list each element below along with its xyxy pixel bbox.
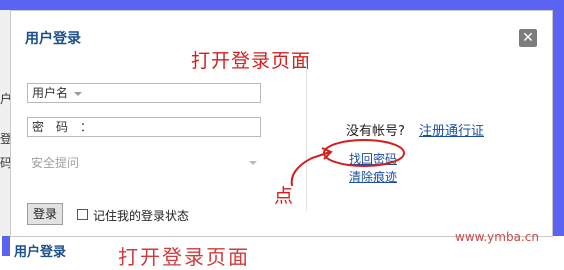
watermark: www.ymba.cn: [455, 230, 539, 244]
annotation-circle: [323, 139, 405, 167]
annotation-marks: [290, 139, 405, 187]
annotation-arrow: [290, 151, 331, 187]
